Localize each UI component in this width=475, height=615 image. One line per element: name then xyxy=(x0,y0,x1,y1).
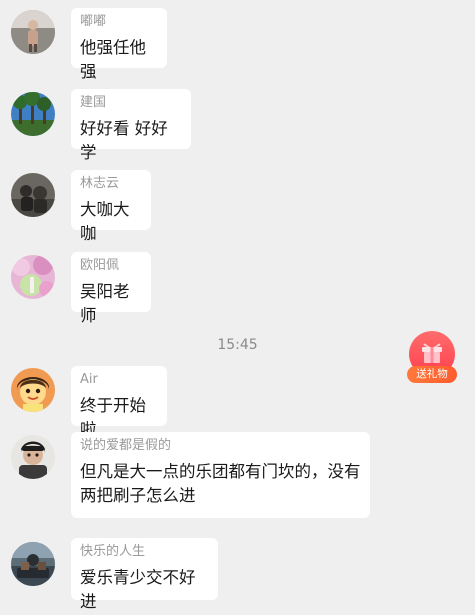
message-text: 他强任他强 xyxy=(80,38,146,81)
message-bubble[interactable]: 林志云 大咖大咖 xyxy=(71,170,151,243)
user-photo-icon xyxy=(11,92,55,136)
user-photo-icon xyxy=(11,435,55,479)
message-text: 好好看 好好学 xyxy=(80,119,168,162)
avatar[interactable] xyxy=(11,255,55,299)
sender-name: Air xyxy=(80,372,98,387)
avatar[interactable] xyxy=(11,173,55,217)
avatar[interactable] xyxy=(11,92,55,136)
avatar[interactable] xyxy=(11,368,55,412)
message-bubble[interactable]: Air 终于开始啦 xyxy=(71,366,167,439)
sender-name: 说的爱都是假的 xyxy=(80,438,172,453)
message-bubble[interactable]: 建国 好好看 好好学 xyxy=(71,89,191,162)
message-timestamp: 15:45 xyxy=(217,337,258,353)
sender-name: 快乐的人生 xyxy=(80,544,146,559)
message-bubble[interactable]: 欧阳佩 吴阳老师 xyxy=(71,252,151,325)
sender-name: 欧阳佩 xyxy=(80,258,120,273)
user-photo-icon xyxy=(11,10,55,54)
avatar[interactable] xyxy=(11,435,55,479)
avatar[interactable] xyxy=(11,542,55,586)
gift-box-icon xyxy=(422,343,442,363)
send-gift-button[interactable]: 送礼物 xyxy=(407,331,459,387)
sender-name: 建国 xyxy=(80,95,107,110)
cartoon-avatar-icon xyxy=(11,368,55,412)
user-photo-icon xyxy=(11,542,55,586)
sender-name: 林志云 xyxy=(80,176,120,191)
gift-label[interactable]: 送礼物 xyxy=(407,366,457,383)
sender-name: 嘟嘟 xyxy=(80,14,107,29)
avatar[interactable] xyxy=(11,10,55,54)
message-text: 大咖大咖 xyxy=(80,200,130,243)
user-photo-icon xyxy=(11,173,55,217)
message-bubble[interactable]: 快乐的人生 爱乐青少交不好进 xyxy=(71,538,218,611)
message-bubble[interactable]: 说的爱都是假的 但凡是大一点的乐团都有门坎的，没有 两把刷子怎么进 xyxy=(71,432,370,518)
message-text: 吴阳老师 xyxy=(80,282,130,325)
message-bubble[interactable]: 嘟嘟 他强任他强 xyxy=(71,8,167,81)
message-text: 爱乐青少交不好进 xyxy=(80,568,196,611)
user-photo-icon xyxy=(11,255,55,299)
message-text: 但凡是大一点的乐团都有门坎的，没有 两把刷子怎么进 xyxy=(80,462,361,505)
